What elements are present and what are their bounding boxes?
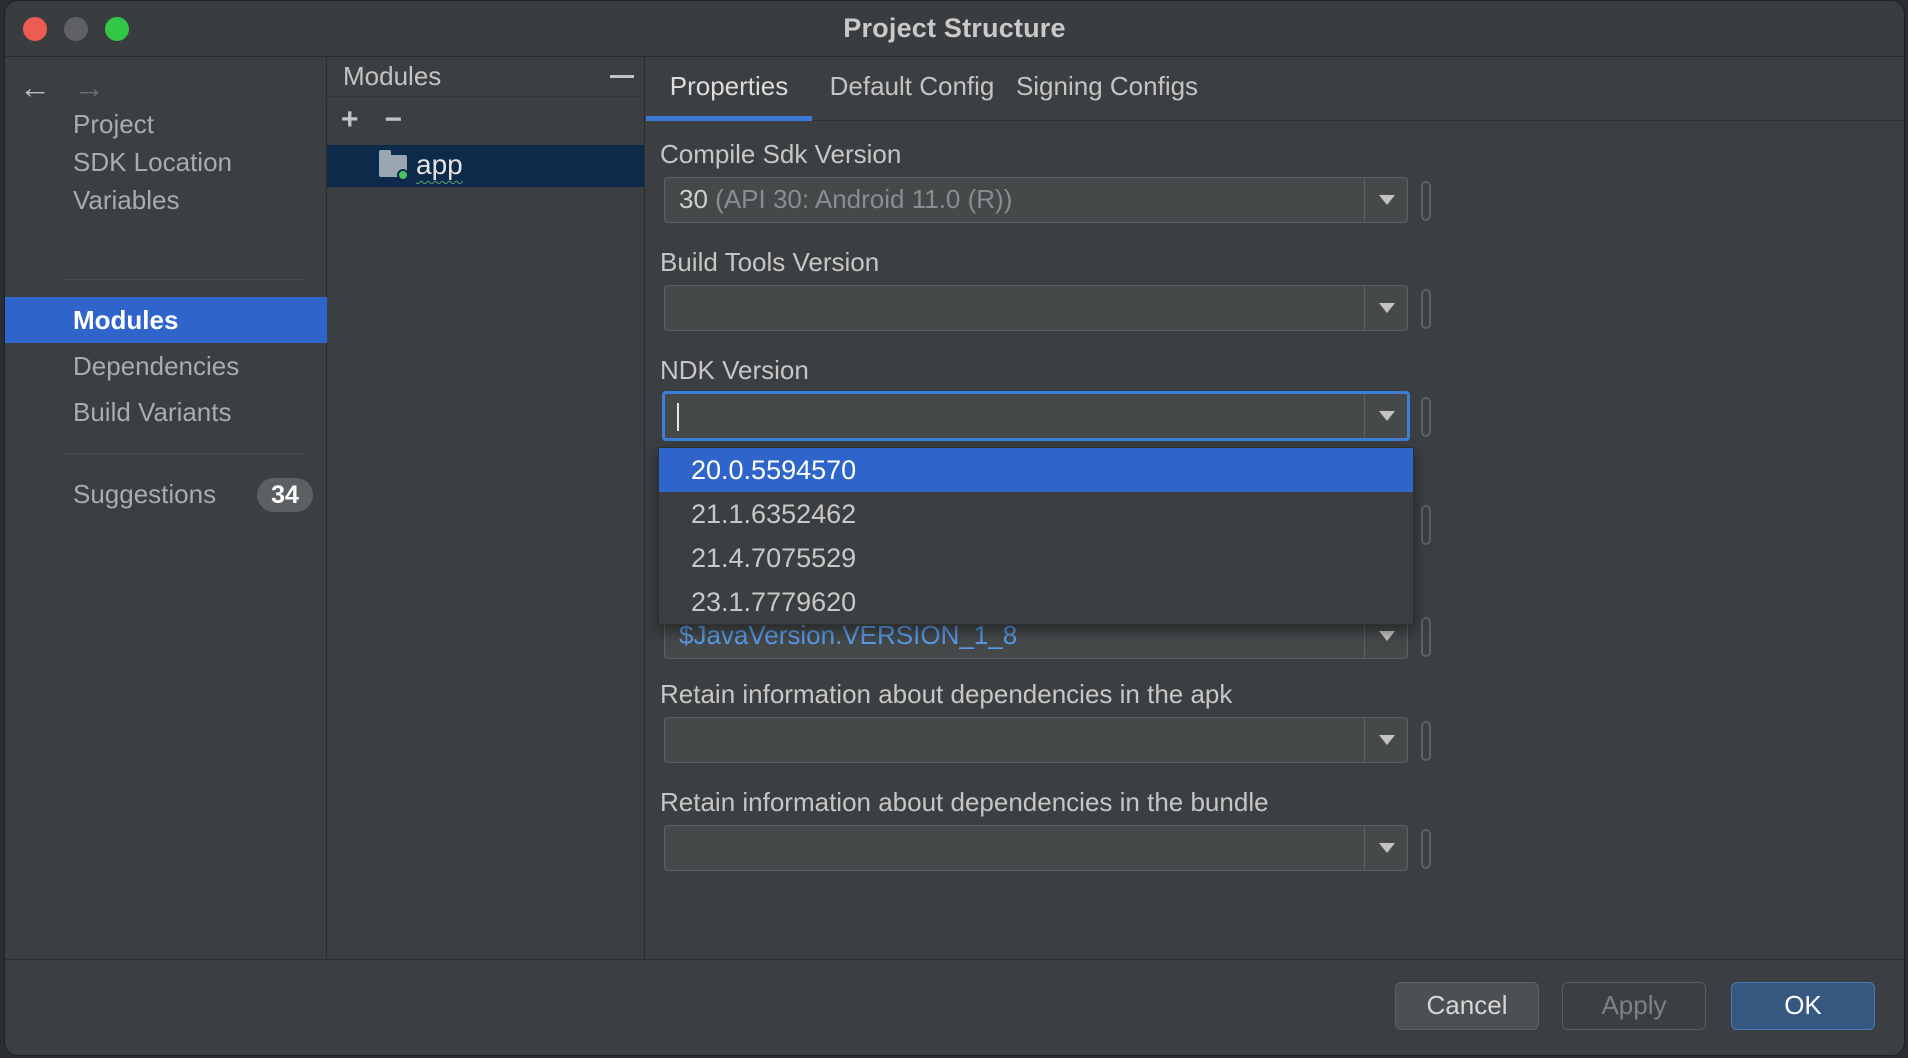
ndk-version-label: NDK Version — [660, 355, 809, 385]
ndk-option[interactable]: 23.1.7779620 — [659, 580, 1413, 624]
minimize-window-button[interactable] — [64, 17, 88, 41]
ndk-option[interactable]: 21.4.7075529 — [659, 536, 1413, 580]
ndk-version-dropdown: 20.0.5594570 21.1.6352462 21.4.7075529 2… — [658, 447, 1414, 625]
tab-default-config[interactable]: Default Config — [822, 57, 1002, 121]
history-arrows: ← → — [19, 69, 105, 105]
chevron-down-icon[interactable] — [1379, 735, 1395, 745]
retain-apk-side-handle[interactable] — [1421, 721, 1431, 761]
combo-divider — [1364, 826, 1365, 870]
build-tools-combo[interactable] — [664, 285, 1408, 331]
module-name: app — [416, 149, 463, 180]
text-caret — [677, 403, 679, 431]
cancel-button[interactable]: Cancel — [1395, 982, 1539, 1030]
add-module-button[interactable]: + — [341, 101, 359, 139]
apply-button[interactable]: Apply — [1562, 982, 1706, 1030]
suggestions-count-badge: 34 — [257, 478, 313, 512]
arrow-right-icon[interactable]: → — [73, 69, 105, 105]
nav-item-suggestions-label: Suggestions — [73, 479, 217, 509]
chevron-down-icon[interactable] — [1379, 843, 1395, 853]
build-tools-label: Build Tools Version — [660, 247, 880, 277]
arrow-left-icon[interactable]: ← — [19, 69, 51, 105]
module-item-app[interactable]: app — [327, 145, 644, 187]
nav-divider — [65, 279, 303, 280]
window-title: Project Structure — [843, 13, 1066, 43]
compile-sdk-value: 30 (API 30: Android 11.0 (R)) — [679, 184, 1012, 215]
collapse-panel-icon[interactable] — [610, 75, 634, 78]
combo-divider — [1364, 286, 1365, 330]
tab-signing-configs[interactable]: Signing Configs — [1012, 57, 1202, 121]
tab-properties[interactable]: Properties — [646, 57, 812, 121]
ndk-version-side-handle[interactable] — [1421, 397, 1431, 437]
nav-item-build-variants[interactable]: Build Variants — [5, 389, 327, 435]
window-controls — [23, 17, 129, 41]
nav-divider — [65, 453, 303, 454]
modules-toolbar: + − — [341, 101, 402, 139]
modules-panel: Modules + − app — [327, 57, 645, 959]
zoom-window-button[interactable] — [105, 17, 129, 41]
compile-sdk-side-handle[interactable] — [1421, 181, 1431, 221]
remove-module-button[interactable]: − — [385, 101, 403, 139]
tab-bar: Properties Default Config Signing Config… — [646, 57, 1904, 121]
title-bar: Project Structure — [5, 1, 1904, 57]
ok-button[interactable]: OK — [1731, 982, 1875, 1030]
project-structure-window: Project Structure ← → Project SDK Locati… — [4, 0, 1905, 1056]
chevron-down-icon[interactable] — [1379, 411, 1395, 421]
modules-title: Modules — [343, 61, 442, 91]
dialog-footer: Cancel Apply OK — [5, 959, 1904, 1055]
properties-panel: Properties Default Config Signing Config… — [646, 57, 1904, 959]
nav-item-dependencies[interactable]: Dependencies — [5, 343, 327, 389]
compile-sdk-hint: (API 30: Android 11.0 (R)) — [715, 184, 1013, 214]
compile-sdk-label: Compile Sdk Version — [660, 139, 902, 169]
close-window-button[interactable] — [23, 17, 47, 41]
modules-header: Modules — [327, 57, 644, 97]
ndk-option[interactable]: 20.0.5594570 — [659, 448, 1413, 492]
combo-divider — [1364, 394, 1365, 438]
chevron-down-icon[interactable] — [1379, 303, 1395, 313]
build-tools-side-handle[interactable] — [1421, 289, 1431, 329]
java-version-side-handle[interactable] — [1421, 617, 1431, 657]
hidden-field-side-handle[interactable] — [1421, 505, 1431, 545]
left-navigation: ← → Project SDK Location Variables Modul… — [5, 57, 327, 959]
retain-bundle-side-handle[interactable] — [1421, 829, 1431, 869]
retain-apk-label: Retain information about dependencies in… — [660, 679, 1233, 709]
nav-item-suggestions[interactable]: Suggestions 34 — [5, 471, 327, 517]
retain-apk-combo[interactable] — [664, 717, 1408, 763]
combo-divider — [1364, 178, 1365, 222]
retain-bundle-label: Retain information about dependencies in… — [660, 787, 1269, 817]
chevron-down-icon[interactable] — [1379, 631, 1395, 641]
compile-sdk-combo[interactable]: 30 (API 30: Android 11.0 (R)) — [664, 177, 1408, 223]
retain-bundle-combo[interactable] — [664, 825, 1408, 871]
nav-item-variables[interactable]: Variables — [5, 177, 327, 223]
combo-divider — [1364, 718, 1365, 762]
ndk-version-combo[interactable] — [662, 391, 1410, 441]
compile-sdk-number: 30 — [679, 184, 708, 214]
ndk-option[interactable]: 21.1.6352462 — [659, 492, 1413, 536]
nav-item-modules[interactable]: Modules — [5, 297, 327, 343]
chevron-down-icon[interactable] — [1379, 195, 1395, 205]
module-status-dot-icon — [397, 169, 409, 181]
